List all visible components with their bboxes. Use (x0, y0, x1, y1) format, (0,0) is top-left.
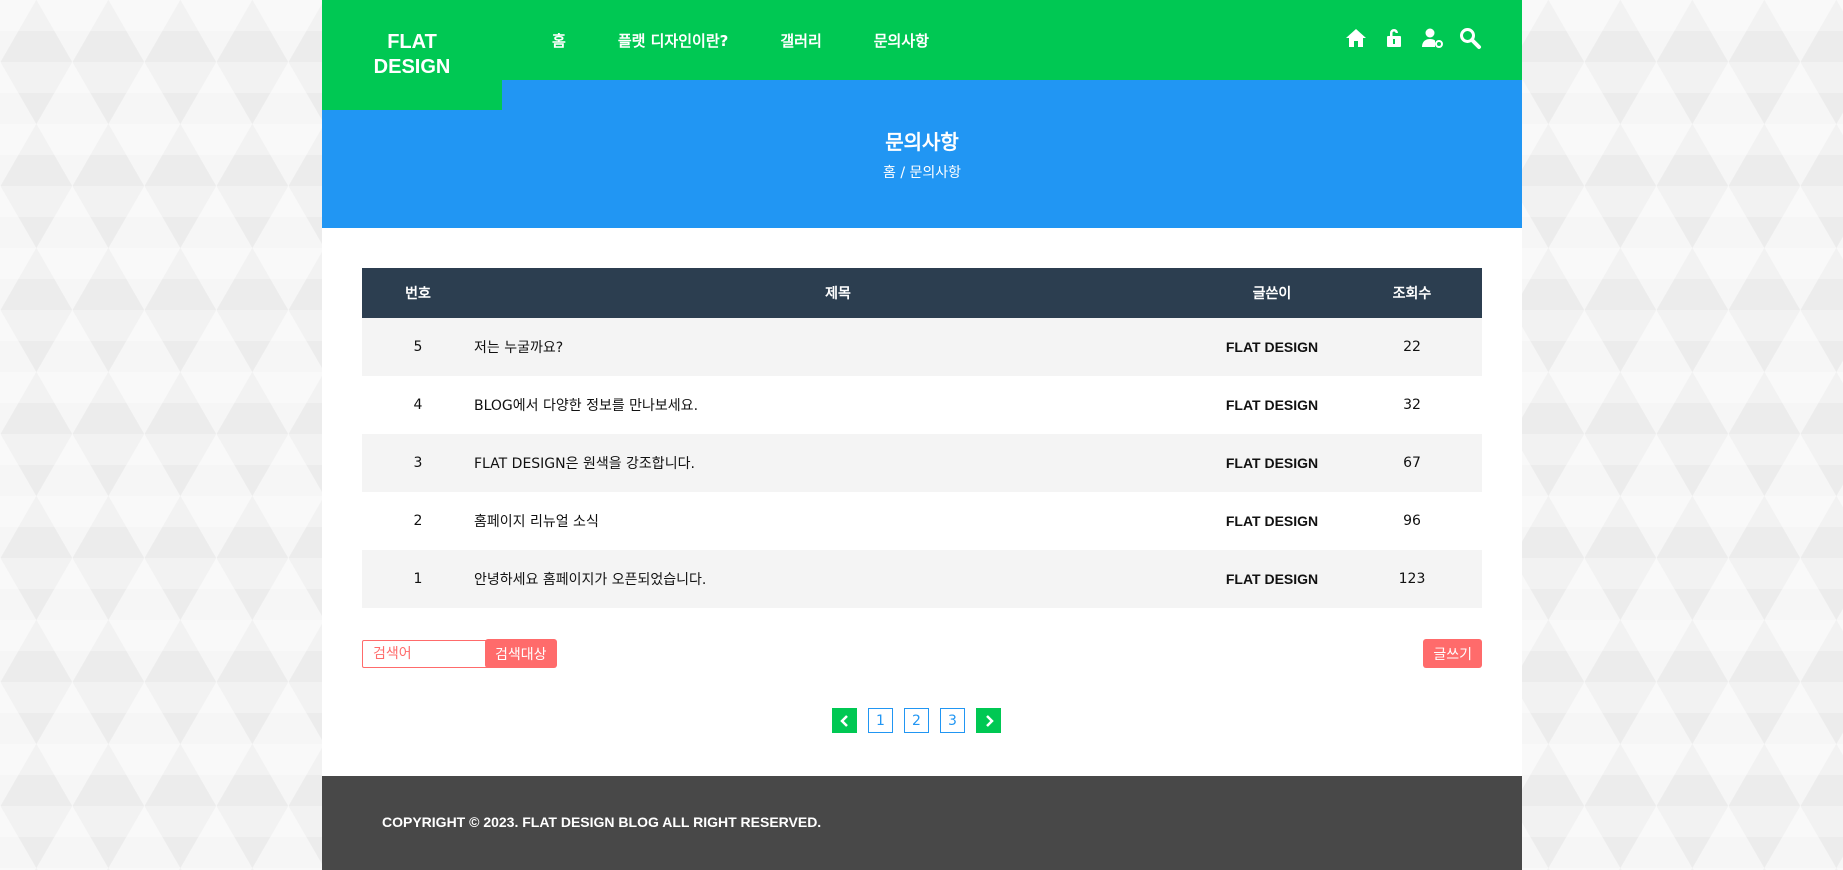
row-title-link[interactable]: BLOG에서 다양한 정보를 만나보세요. (474, 376, 1202, 434)
row-number: 1 (362, 550, 474, 608)
search-icon[interactable] (1458, 26, 1482, 50)
row-views: 32 (1342, 376, 1482, 434)
table-row[interactable]: 3 FLAT DESIGN은 원색을 강조합니다. FLAT DESIGN 67 (362, 434, 1482, 492)
site-footer: COPYRIGHT © 2023. FLAT DESIGN BLOG ALL R… (322, 776, 1522, 870)
nav-item-home[interactable]: 홈 (552, 30, 566, 51)
page-hero: 문의사항 홈 / 문의사항 (322, 80, 1522, 228)
nav-item-about-flat-design[interactable]: 플랫 디자인이란? (618, 30, 729, 51)
row-views: 96 (1342, 492, 1482, 550)
row-author: FLAT DESIGN (1202, 376, 1342, 434)
row-author: FLAT DESIGN (1202, 550, 1342, 608)
row-views: 67 (1342, 434, 1482, 492)
table-row[interactable]: 4 BLOG에서 다양한 정보를 만나보세요. FLAT DESIGN 32 (362, 376, 1482, 434)
home-icon[interactable] (1344, 26, 1368, 50)
copyright-text: COPYRIGHT © 2023. FLAT DESIGN BLOG ALL R… (382, 814, 822, 830)
site-logo[interactable]: FLAT DESIGN (322, 0, 502, 110)
table-header-row: 번호 제목 글쓴이 조회수 (362, 268, 1482, 318)
table-row[interactable]: 1 안녕하세요 홈페이지가 오픈되었습니다. FLAT DESIGN 123 (362, 550, 1482, 608)
row-author: FLAT DESIGN (1202, 492, 1342, 550)
header-author: 글쓴이 (1202, 268, 1342, 318)
header-tools (1344, 26, 1482, 50)
row-author: FLAT DESIGN (1202, 434, 1342, 492)
logo-line-2: DESIGN (373, 56, 451, 78)
prev-page-button[interactable] (832, 708, 857, 733)
row-views: 22 (1342, 318, 1482, 376)
pagination: 1 2 3 (832, 708, 1001, 733)
chevron-right-icon (985, 714, 994, 727)
user-settings-icon[interactable] (1420, 26, 1444, 50)
write-post-button[interactable]: 글쓰기 (1423, 639, 1482, 668)
row-title-link[interactable]: 안녕하세요 홈페이지가 오픈되었습니다. (474, 550, 1202, 608)
row-views: 123 (1342, 550, 1482, 608)
nav-item-gallery[interactable]: 갤러리 (780, 30, 821, 51)
page-1-button[interactable]: 1 (868, 708, 893, 733)
header-title: 제목 (474, 268, 1202, 318)
lock-icon[interactable] (1382, 26, 1406, 50)
logo-line-1: FLAT (387, 31, 437, 53)
row-title-link[interactable]: 저는 누굴까요? (474, 318, 1202, 376)
page-3-button[interactable]: 3 (940, 708, 965, 733)
row-number: 4 (362, 376, 474, 434)
page-title: 문의사항 (885, 130, 959, 154)
top-navbar: 홈 플랫 디자인이란? 갤러리 문의사항 (322, 0, 1522, 80)
breadcrumb: 홈 / 문의사항 (882, 165, 962, 181)
row-number: 2 (362, 492, 474, 550)
row-title-link[interactable]: FLAT DESIGN은 원색을 강조합니다. (474, 434, 1202, 492)
row-title-link[interactable]: 홈페이지 리뉴얼 소식 (474, 492, 1202, 550)
row-number: 5 (362, 318, 474, 376)
inquiry-board-table: 번호 제목 글쓴이 조회수 5 저는 누굴까요? FLAT DESIGN 22 … (362, 268, 1482, 608)
chevron-left-icon (839, 714, 848, 727)
search-input[interactable] (362, 640, 490, 668)
header-number: 번호 (362, 268, 474, 318)
nav-item-inquiry[interactable]: 문의사항 (874, 30, 929, 51)
page-2-button[interactable]: 2 (904, 708, 929, 733)
table-row[interactable]: 2 홈페이지 리뉴얼 소식 FLAT DESIGN 96 (362, 492, 1482, 550)
row-number: 3 (362, 434, 474, 492)
row-author: FLAT DESIGN (1202, 318, 1342, 376)
table-row[interactable]: 5 저는 누굴까요? FLAT DESIGN 22 (362, 318, 1482, 376)
header-views: 조회수 (1342, 268, 1482, 318)
search-button[interactable]: 검색대상 (485, 639, 557, 668)
main-nav: 홈 플랫 디자인이란? 갤러리 문의사항 (552, 0, 981, 80)
next-page-button[interactable] (976, 708, 1001, 733)
page-container: 홈 플랫 디자인이란? 갤러리 문의사항 FLAT DESIGN 문의사항 홈 … (322, 0, 1522, 870)
